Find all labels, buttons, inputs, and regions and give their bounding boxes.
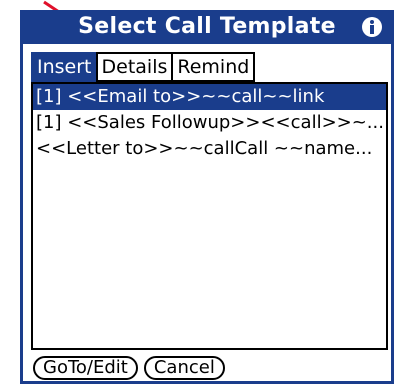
cancel-button[interactable]: Cancel	[143, 356, 225, 380]
tab-insert[interactable]: Insert	[31, 52, 96, 82]
template-list[interactable]: [1] <<Email to>>~~call~~link [1] <<Sales…	[31, 82, 388, 350]
list-item[interactable]: [1] <<Email to>>~~call~~link	[33, 84, 386, 110]
dialog-title-bar: Select Call Template	[23, 10, 391, 44]
dialog-title: Select Call Template	[78, 14, 336, 39]
tab-bar: Insert Details Remind	[31, 52, 256, 82]
select-call-template-dialog: Select Call Template Insert Details Remi…	[20, 10, 394, 384]
list-item[interactable]: <<Letter to>>~~callCall ~~name...	[33, 136, 386, 162]
info-icon[interactable]	[361, 16, 383, 38]
tab-remind[interactable]: Remind	[171, 52, 256, 82]
list-item[interactable]: [1] <<Sales Followup>><<call>>~...	[33, 110, 386, 136]
button-row: GoTo/Edit Cancel	[33, 356, 225, 380]
tab-details[interactable]: Details	[95, 52, 172, 82]
goto-edit-button[interactable]: GoTo/Edit	[33, 356, 138, 380]
